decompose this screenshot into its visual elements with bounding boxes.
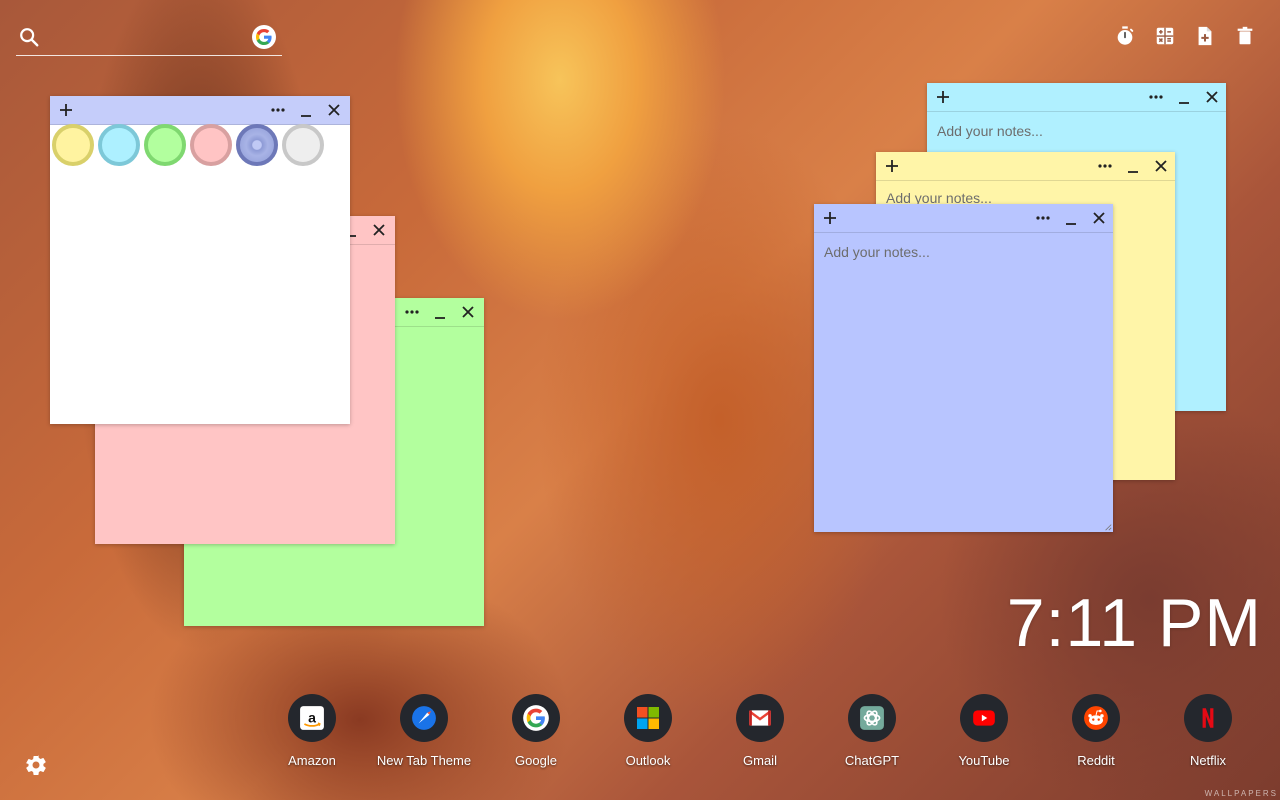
note-text[interactable]: Add your notes... (937, 123, 1043, 139)
app-chatgpt[interactable]: ChatGPT (816, 694, 928, 768)
app-label: YouTube (958, 753, 1010, 768)
add-note-icon[interactable] (882, 156, 902, 176)
google-icon (512, 694, 560, 742)
close-icon[interactable] (1202, 87, 1222, 107)
search-bar (16, 22, 282, 56)
trash-icon[interactable] (1234, 25, 1256, 47)
app-label: Outlook (625, 753, 671, 768)
app-reddit[interactable]: Reddit (1040, 694, 1152, 768)
sticky-note-white[interactable] (50, 96, 350, 424)
app-label: New Tab Theme (376, 753, 472, 768)
app-label: Reddit (1077, 753, 1115, 768)
close-icon[interactable] (1151, 156, 1171, 176)
more-icon[interactable] (1095, 156, 1115, 176)
note-titlebar[interactable] (927, 83, 1226, 112)
color-swatch-white[interactable] (282, 124, 324, 166)
app-label: ChatGPT (844, 753, 900, 768)
minimize-icon[interactable] (296, 100, 316, 120)
google-icon[interactable] (252, 25, 276, 49)
gmail-icon (736, 694, 784, 742)
note-titlebar[interactable] (876, 152, 1175, 181)
close-icon[interactable] (458, 302, 478, 322)
minimize-icon[interactable] (1061, 208, 1081, 228)
color-swatch-green[interactable] (144, 124, 186, 166)
toolbar (1114, 25, 1256, 47)
app-youtube[interactable]: YouTube (928, 694, 1040, 768)
watermark: WALLPAPERS (1204, 789, 1278, 798)
close-icon[interactable] (369, 220, 389, 240)
gear-icon[interactable] (24, 753, 48, 777)
app-label: Netflix (1189, 753, 1227, 768)
youtube-icon (960, 694, 1008, 742)
more-icon[interactable] (1146, 87, 1166, 107)
new-tab-theme-icon (400, 694, 448, 742)
netflix-icon (1184, 694, 1232, 742)
chatgpt-icon (848, 694, 896, 742)
app-google[interactable]: Google (480, 694, 592, 768)
app-new-tab-theme[interactable]: New Tab Theme (368, 694, 480, 768)
app-label: Gmail (743, 753, 777, 768)
timer-icon[interactable] (1114, 25, 1136, 47)
app-label: Amazon (288, 753, 336, 768)
new-note-icon[interactable] (1194, 25, 1216, 47)
app-gmail[interactable]: Gmail (704, 694, 816, 768)
color-swatch-pink[interactable] (190, 124, 232, 166)
color-picker (50, 124, 324, 166)
add-note-icon[interactable] (56, 100, 76, 120)
search-input[interactable] (50, 25, 254, 51)
app-label: Google (515, 753, 557, 768)
more-icon[interactable] (1033, 208, 1053, 228)
app-netflix[interactable]: Netflix (1152, 694, 1264, 768)
microsoft-icon (624, 694, 672, 742)
note-titlebar[interactable] (50, 96, 350, 125)
note-text[interactable]: Add your notes... (824, 244, 930, 260)
close-icon[interactable] (324, 100, 344, 120)
calculator-icon[interactable] (1154, 25, 1176, 47)
color-swatch-cyan[interactable] (98, 124, 140, 166)
note-titlebar[interactable] (814, 204, 1113, 233)
more-icon[interactable] (402, 302, 422, 322)
minimize-icon[interactable] (1174, 87, 1194, 107)
clock: 7:11 PM (1006, 585, 1262, 661)
reddit-icon (1072, 694, 1120, 742)
app-amazon[interactable]: a Amazon (256, 694, 368, 768)
search-icon[interactable] (18, 26, 40, 48)
close-icon[interactable] (1089, 208, 1109, 228)
amazon-icon: a (288, 694, 336, 742)
app-dock: a Amazon New Tab Theme Google Outlook Gm… (256, 694, 1264, 774)
color-swatch-yellow[interactable] (52, 124, 94, 166)
svg-text:a: a (308, 709, 316, 725)
color-swatch-blue[interactable] (236, 124, 278, 166)
minimize-icon[interactable] (1123, 156, 1143, 176)
app-outlook[interactable]: Outlook (592, 694, 704, 768)
add-note-icon[interactable] (933, 87, 953, 107)
add-note-icon[interactable] (820, 208, 840, 228)
resize-handle-icon[interactable] (1104, 523, 1112, 531)
minimize-icon[interactable] (430, 302, 450, 322)
more-icon[interactable] (268, 100, 288, 120)
sticky-note-blue[interactable]: Add your notes... (814, 204, 1113, 532)
